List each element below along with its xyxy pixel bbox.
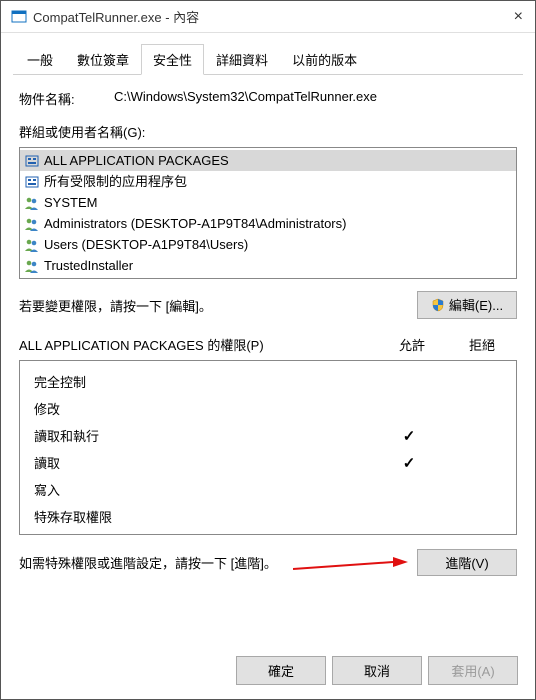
- list-item[interactable]: Users (DESKTOP-A1P9T84\Users): [20, 234, 516, 255]
- edit-button-label: 編輯(E)...: [449, 298, 503, 313]
- list-item-label: ALL APPLICATION PACKAGES: [44, 152, 229, 170]
- permission-row: 寫入: [34, 477, 502, 504]
- permission-row: 讀取 ✓: [34, 450, 502, 477]
- tab-previous-versions[interactable]: 以前的版本: [280, 44, 369, 75]
- edit-hint: 若要變更權限，請按一下 [編輯]。: [19, 296, 212, 315]
- allow-cell: ✓: [378, 450, 440, 477]
- list-item-label: Users (DESKTOP-A1P9T84\Users): [44, 236, 248, 254]
- tab-digital-signatures[interactable]: 數位簽章: [65, 44, 141, 75]
- permissions-box: 完全控制 修改 讀取和執行 ✓ 讀取 ✓ 寫入 特殊存取權限: [19, 360, 517, 535]
- titlebar: CompatTelRunner.exe - 內容 ×: [1, 1, 535, 33]
- permission-label: 修改: [34, 396, 378, 423]
- app-icon: [11, 9, 27, 25]
- advanced-button-label: 進階(V): [445, 556, 488, 571]
- list-item-label: TrustedInstaller: [44, 257, 133, 275]
- users-icon: [24, 216, 40, 232]
- tab-general[interactable]: 一般: [15, 44, 65, 75]
- ok-button[interactable]: 確定: [236, 656, 326, 685]
- deny-column-header: 拒絕: [447, 335, 517, 354]
- permission-row: 特殊存取權限: [34, 504, 502, 531]
- advanced-button[interactable]: 進階(V): [417, 549, 517, 576]
- groups-listbox[interactable]: ALL APPLICATION PACKAGES 所有受限制的应用程序包 SYS…: [19, 147, 517, 279]
- permission-row: 完全控制: [34, 369, 502, 396]
- users-icon: [24, 258, 40, 274]
- permissions-title: ALL APPLICATION PACKAGES 的權限(P): [19, 335, 377, 354]
- permission-row: 讀取和執行 ✓: [34, 423, 502, 450]
- object-name-value: C:\Windows\System32\CompatTelRunner.exe: [114, 89, 377, 108]
- edit-button[interactable]: 編輯(E)...: [417, 291, 517, 319]
- permission-label: 完全控制: [34, 369, 378, 396]
- object-name-row: 物件名稱: C:\Windows\System32\CompatTelRunne…: [13, 89, 523, 108]
- permission-label: 讀取: [34, 450, 378, 477]
- package-icon: [24, 153, 40, 169]
- tab-bar: 一般 數位簽章 安全性 詳細資料 以前的版本: [13, 43, 523, 75]
- annotation-arrow: [293, 555, 413, 575]
- list-item[interactable]: 所有受限制的应用程序包: [20, 171, 516, 192]
- allow-cell: ✓: [378, 423, 440, 450]
- list-item[interactable]: TrustedInstaller: [20, 255, 516, 276]
- list-item[interactable]: Administrators (DESKTOP-A1P9T84\Administ…: [20, 213, 516, 234]
- allow-column-header: 允許: [377, 335, 447, 354]
- users-icon: [24, 237, 40, 253]
- tab-details[interactable]: 詳細資料: [204, 44, 280, 75]
- permissions-header: ALL APPLICATION PACKAGES 的權限(P) 允許 拒絕: [13, 335, 523, 354]
- object-name-label: 物件名稱:: [19, 89, 114, 108]
- list-item-label: 所有受限制的应用程序包: [44, 173, 187, 191]
- permission-row: 修改: [34, 396, 502, 423]
- advanced-hint: 如需特殊權限或進階設定，請按一下 [進階]。: [19, 553, 277, 572]
- package-icon: [24, 174, 40, 190]
- dialog-footer: 確定 取消 套用(A): [236, 656, 518, 685]
- list-item-label: Administrators (DESKTOP-A1P9T84\Administ…: [44, 215, 346, 233]
- list-item[interactable]: SYSTEM: [20, 192, 516, 213]
- list-item[interactable]: ALL APPLICATION PACKAGES: [20, 150, 516, 171]
- permission-label: 讀取和執行: [34, 423, 378, 450]
- list-item-label: SYSTEM: [44, 194, 97, 212]
- permission-label: 寫入: [34, 477, 378, 504]
- tab-security[interactable]: 安全性: [141, 44, 204, 75]
- cancel-button[interactable]: 取消: [332, 656, 422, 685]
- close-icon[interactable]: ×: [514, 8, 523, 26]
- groups-label: 群組或使用者名稱(G):: [13, 122, 523, 141]
- window-title: CompatTelRunner.exe - 內容: [33, 7, 199, 26]
- permission-label: 特殊存取權限: [34, 504, 378, 531]
- users-icon: [24, 195, 40, 211]
- apply-button[interactable]: 套用(A): [428, 656, 518, 685]
- shield-icon: [431, 298, 445, 315]
